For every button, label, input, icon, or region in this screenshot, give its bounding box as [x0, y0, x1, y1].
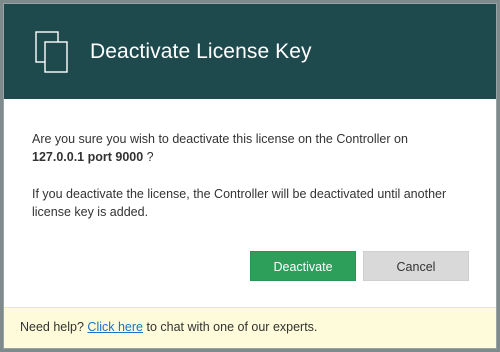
deactivate-button[interactable]: Deactivate	[250, 251, 356, 281]
deactivate-license-dialog: Deactivate License Key Are you sure you …	[3, 3, 497, 349]
warning-message: If you deactivate the license, the Contr…	[32, 187, 447, 219]
dialog-title: Deactivate License Key	[90, 40, 312, 63]
dialog-body: Are you sure you wish to deactivate this…	[32, 130, 472, 221]
message-line1: Are you sure you wish to deactivate this…	[32, 132, 408, 146]
controller-host: 127.0.0.1 port 9000	[32, 150, 144, 164]
help-text: Need help? Click here to chat with one o…	[20, 320, 317, 334]
help-prefix: Need help?	[20, 320, 88, 334]
confirmation-message: Are you sure you wish to deactivate this…	[32, 130, 472, 166]
dialog-header: Deactivate License Key	[4, 4, 496, 99]
chat-help-link[interactable]: Click here	[87, 320, 143, 334]
host-suffix: ?	[143, 150, 154, 164]
cancel-button[interactable]: Cancel	[363, 251, 469, 281]
documents-icon	[35, 31, 69, 75]
help-suffix: to chat with one of our experts.	[143, 320, 318, 334]
help-footer: Need help? Click here to chat with one o…	[4, 307, 496, 348]
